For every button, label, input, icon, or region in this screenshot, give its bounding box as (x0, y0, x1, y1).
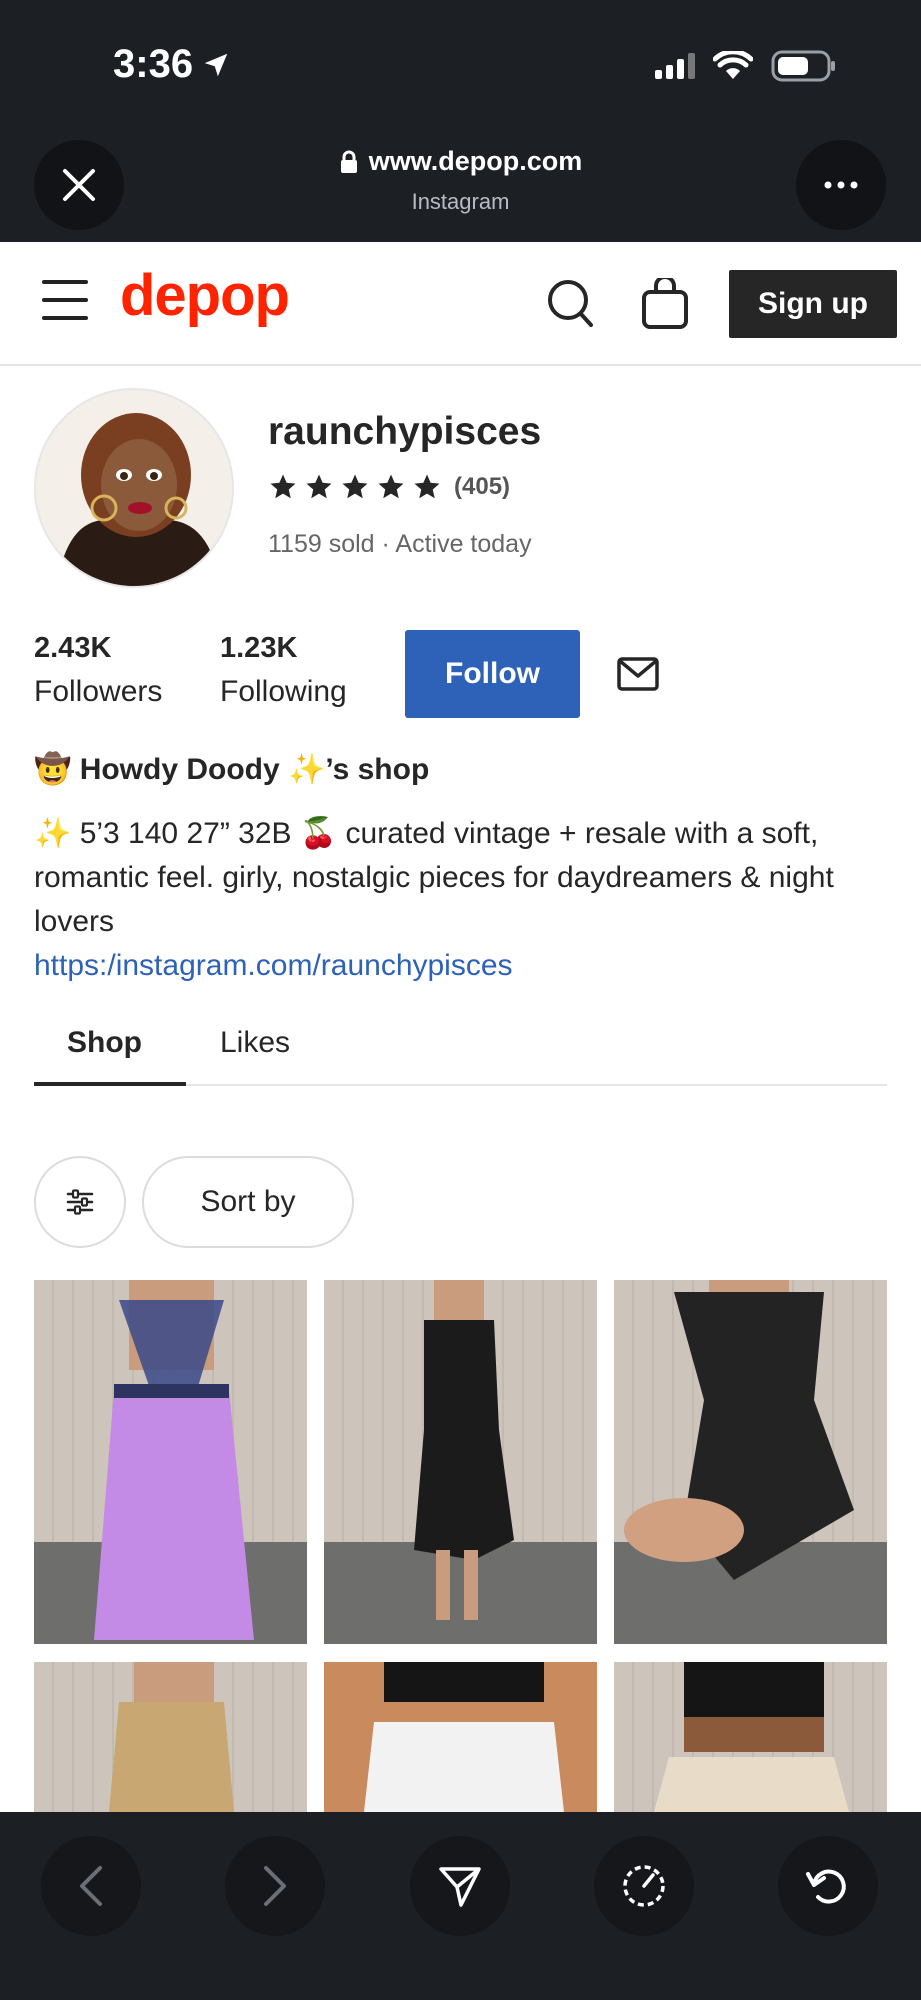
rating[interactable]: (405) (268, 472, 510, 502)
chevron-left-icon (80, 1866, 102, 1906)
back-button[interactable] (41, 1836, 141, 1936)
more-options-button[interactable] (796, 140, 886, 230)
url-text: www.depop.com (368, 146, 583, 176)
active-tab-indicator (34, 1082, 186, 1086)
followers-stat[interactable]: 2.43K Followers (34, 632, 162, 709)
tab-likes[interactable]: Likes (220, 1026, 290, 1060)
product-tile[interactable] (324, 1662, 597, 1812)
product-image (654, 1662, 849, 1812)
status-indicators (655, 50, 837, 82)
filter-button[interactable] (34, 1156, 126, 1248)
profile-tabs: Shop Likes (34, 1022, 887, 1086)
signup-button[interactable]: Sign up (729, 270, 897, 338)
sliders-icon (66, 1189, 94, 1215)
bio-text: ✨ 5’3 140 27” 32B 🍒 curated vintage + re… (34, 817, 834, 938)
sort-button[interactable]: Sort by (142, 1156, 354, 1248)
search-icon[interactable] (546, 278, 594, 330)
product-image (414, 1280, 514, 1620)
followers-count: 2.43K (34, 632, 112, 664)
send-icon (439, 1867, 481, 1907)
product-tile[interactable] (34, 1280, 307, 1644)
tab-shop[interactable]: Shop (67, 1026, 142, 1060)
star-icon (306, 474, 332, 499)
avatar (34, 388, 234, 588)
reload-button[interactable] (778, 1836, 878, 1936)
message-icon[interactable] (616, 656, 660, 692)
menu-icon[interactable] (42, 280, 88, 320)
product-image (624, 1280, 854, 1580)
following-count: 1.23K (220, 632, 298, 664)
share-button[interactable] (410, 1836, 510, 1936)
ellipsis-icon (824, 181, 858, 189)
site-header: depop Sign up (0, 242, 921, 366)
forward-button[interactable] (225, 1836, 325, 1936)
following-stat[interactable]: 1.23K Following (220, 632, 347, 709)
follow-button[interactable]: Follow (405, 630, 580, 718)
product-tile[interactable] (614, 1662, 887, 1812)
sold-activity: 1159 sold · Active today (268, 530, 532, 558)
following-label: Following (220, 675, 347, 708)
product-tile[interactable] (34, 1662, 307, 1812)
star-icon (414, 474, 440, 499)
avatar-image (36, 390, 232, 586)
battery-icon (771, 50, 835, 82)
star-icon (378, 474, 404, 499)
lock-icon (340, 150, 357, 173)
product-image (94, 1280, 254, 1640)
depop-logo[interactable]: depop (120, 262, 290, 329)
star-icon (342, 474, 368, 499)
product-tile[interactable] (614, 1280, 887, 1644)
url-source: Instagram (411, 189, 510, 214)
reload-icon (806, 1869, 846, 1904)
shop-bio: ✨ 5’3 140 27” 32B 🍒 curated vintage + re… (34, 812, 894, 988)
url-display[interactable]: www.depop.com Instagram (0, 146, 921, 215)
wifi-icon (713, 51, 753, 79)
speed-button[interactable] (594, 1836, 694, 1936)
chevron-right-icon (264, 1866, 286, 1906)
product-tile[interactable] (324, 1280, 597, 1644)
username: raunchypisces (268, 410, 542, 453)
followers-label: Followers (34, 675, 163, 708)
rating-count: (405) (454, 473, 511, 500)
cell-signal-icon (655, 53, 695, 79)
product-image (109, 1662, 234, 1812)
status-time: 3:36 (113, 42, 231, 87)
browser-top-bar: 3:36 www.depop.com Instagram (0, 0, 921, 242)
gauge-icon (623, 1865, 665, 1907)
status-time-text: 3:36 (113, 42, 194, 86)
shop-title: 🤠 Howdy Doody ✨’s shop (34, 753, 430, 786)
bag-icon[interactable] (640, 278, 690, 330)
instagram-link[interactable]: https:/instagram.com/raunchypisces (34, 944, 894, 988)
browser-bottom-bar (0, 1812, 921, 2000)
product-image (324, 1662, 597, 1812)
star-icon (270, 474, 296, 499)
location-arrow-icon (204, 53, 228, 76)
